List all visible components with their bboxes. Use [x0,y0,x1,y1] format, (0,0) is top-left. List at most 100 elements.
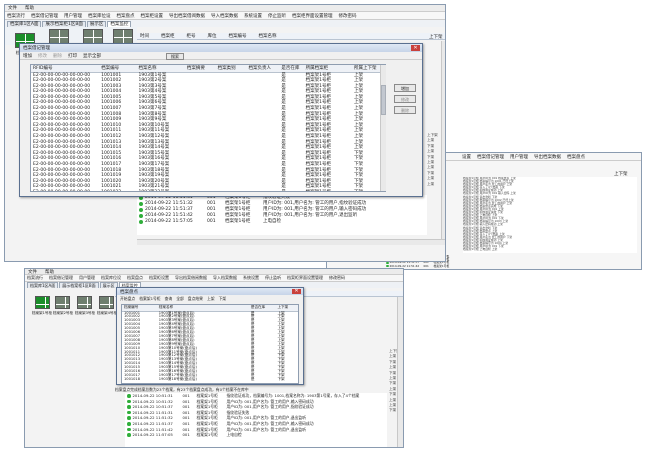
delete-button[interactable]: 删除 [394,106,416,114]
cabinet-4-icon[interactable] [113,29,133,44]
toolbar-item-3[interactable]: 档案库位设 [88,13,111,19]
main-hscroll[interactable] [137,239,445,245]
second-toolbar-item-2[interactable]: 用户管理 [79,275,95,281]
second-cabinet-4-icon[interactable] [99,296,114,309]
inventory-tool-0[interactable]: 开始盘点 [120,296,135,302]
toolbar-item-2[interactable]: 用户管理 [64,13,82,19]
inventory-dialog-title: 档案盘点 [120,289,138,295]
toolbar-item-5[interactable]: 档案柜设置 [141,13,164,19]
second-toolbar-item-6[interactable]: 导出档案借阅数据 [175,275,207,281]
third-toolbar-item-2[interactable]: 用户管理 [510,154,528,160]
main-vscroll[interactable] [441,41,445,239]
table-cell: 1001022 [99,190,136,191]
toolbar-item-8[interactable]: 系统设置 [244,13,262,19]
main-toolbar: 档案流行 档案借记管理 用户管理 档案库位设 档案盘点 档案柜设置 导出档案借阅数据 导入档案… [5,12,445,20]
second-toolbar-item-8[interactable]: 系统设置 [243,275,259,281]
toolbar-item-7[interactable]: 导入档案数据 [211,13,238,19]
table-cell: E2-00-00-00-00-00-00-00 [31,190,99,191]
log-number: 001 [182,432,190,438]
toolbar-item-9[interactable]: 停止监听 [268,13,286,19]
inventory-table: 档案编号 档案名称 是否在库 上下架 1001001 1903第1号案(盘点后) 是上架 1… [121,304,299,384]
table-cell [185,190,216,191]
third-toolbar-item-3[interactable]: 导出档案数据 [534,154,561,160]
menu-item-0[interactable]: 文件 [8,5,17,11]
status-dot-icon [139,202,143,206]
log-column-header-4: 档案编号 [228,34,247,39]
log-row: 2014-09-22 11:57:05 001 档案架1号柜 上电自检 [125,432,387,438]
table-cell: E2-00-00-00-00-00-00-00 [33,106,91,112]
dialog-tool-0[interactable]: 增加 [23,53,32,59]
second-tab-2[interactable]: 展示区 [99,282,118,288]
dialog-tool-1[interactable]: 修改 [38,53,47,59]
second-cabinet-2-icon[interactable] [55,296,70,309]
archive-dialog: 档案借记管理 ✕ 增加 修改 删除 打印 显示全部 搜索 RFID编号 档案编号 档案名称档… [19,43,423,197]
close-icon[interactable]: ✕ [411,45,420,51]
second-cabinet-1-icon[interactable] [35,296,50,309]
cabinet-3-icon[interactable] [83,29,103,44]
archive-table-scroll-thumb[interactable] [381,85,386,115]
inventory-tool-6[interactable]: 下架 [219,296,227,302]
table-column-header: 是否在库 [279,65,304,73]
second-cabinet-3-icon[interactable] [77,296,92,309]
third-toolbar-item-4[interactable]: 档案盘点 [567,154,585,160]
log-time: 2014-09-22 11:57:05 [132,432,173,438]
toolbar-item-4[interactable]: 档案盘点 [117,13,135,19]
table-cell: 档案架1号柜 [304,190,352,191]
archive-search-button[interactable]: 搜索 [166,53,184,60]
second-toolbar-item-1[interactable]: 档案借记管理 [49,275,73,281]
second-toolbar-item-0[interactable]: 档案流行 [27,275,43,281]
main-column-header: 时间 档案柜 柜号 库位 档案编号 档案名称 [137,33,445,40]
table-column-header: 所属档案柜 [303,65,352,73]
second-vscroll[interactable] [397,297,403,447]
second-tab-0[interactable]: 档案库1区A面 [27,282,59,288]
archive-table: RFID编号 档案编号 档案名称 档案摘要 档案类别 档案负责人 是否在库 所属档案柜 所属上下… [30,64,386,192]
log-number: 001 [207,219,216,224]
toolbar-item-0[interactable]: 档案流行 [7,13,25,19]
inventory-tool-3[interactable]: 全部 [176,296,184,302]
third-toolbar-item-0[interactable]: 设置 [462,154,471,160]
archive-table-vscroll[interactable] [380,65,386,191]
table-row[interactable]: E2-00-00-00-00-00-00-0010010221903第22号案 是… [31,190,385,191]
status-dot-icon [127,433,131,437]
second-tab-1[interactable]: 展示档案柜1区B面 [59,282,99,288]
log-time: 2014-09-22 11:57:05 [145,219,193,224]
archive-dialog-toolbar: 增加 修改 删除 打印 显示全部 [20,52,422,60]
inventory-tool-4[interactable]: 盘点结果 [188,296,203,302]
second-toolbar-item-10[interactable]: 档案柜界面设置管理 [287,275,323,281]
second-toolbar-item-11[interactable]: 修改密码 [329,275,345,281]
log-message: 上电自检 [263,219,281,224]
third-list: 档案架1号柜 用户ID为 001 档案盘点 上架 档案架1号柜 档案编号为 100… [463,177,637,253]
dialog-tool-3[interactable]: 打印 [68,53,77,59]
second-toolbar-item-9[interactable]: 停止监听 [265,275,281,281]
toolbar-item-11[interactable]: 修改密码 [339,13,357,19]
inventory-tool-5[interactable]: 上架 [207,296,215,302]
second-toolbar-item-5[interactable]: 档案柜设置 [149,275,169,281]
third-toolbar-item-1[interactable]: 档案借记管理 [477,154,504,160]
table-cell: E2-00-00-00-00-00-00-00 [33,78,91,84]
log-column-header-0: 时间 [140,34,149,39]
toolbar-item-1[interactable]: 档案借记管理 [31,13,58,19]
cabinet-2-icon[interactable] [49,29,69,44]
inventory-tool-2[interactable]: 查询 [165,296,173,302]
add-button[interactable]: 增加 [394,84,416,92]
second-toolbar-item-4[interactable]: 档案盘点 [127,275,143,281]
second-toolbar-item-7[interactable]: 导入档案数据 [213,275,237,281]
inventory-cell: 下架 [277,376,285,381]
inventory-close-icon[interactable]: ✕ [292,289,301,294]
second-toolbar-item-3[interactable]: 档案库位设 [101,275,121,281]
status-dot-icon [139,214,143,218]
dialog-tool-4[interactable]: 显示全部 [83,53,101,59]
inventory-tool-1[interactable]: 档案架1号柜 [139,296,160,302]
second-menu-item-1[interactable]: 帮助 [45,269,54,275]
toolbar-item-10[interactable]: 档案柜界面设置管理 [292,13,333,19]
second-menu-item-0[interactable]: 文件 [28,269,37,275]
main-tabs: 档案库1区A面 展示档案柜1区B面 展示区 档案监控 [5,20,445,27]
log-column-header-1: 档案柜 [161,34,175,39]
dialog-tool-2[interactable]: 删除 [53,53,62,59]
toolbar-item-6[interactable]: 导出档案借阅数据 [169,13,205,19]
edit-button[interactable]: 修改 [394,95,416,103]
inventory-row[interactable]: 1001018 1903第18号案(盘点后) 是 下架 [122,376,298,382]
menu-item-1[interactable]: 帮助 [25,5,34,11]
status-dot-icon [127,394,131,398]
inventory-cell: 1903第18号案(盘点后) [158,376,197,381]
